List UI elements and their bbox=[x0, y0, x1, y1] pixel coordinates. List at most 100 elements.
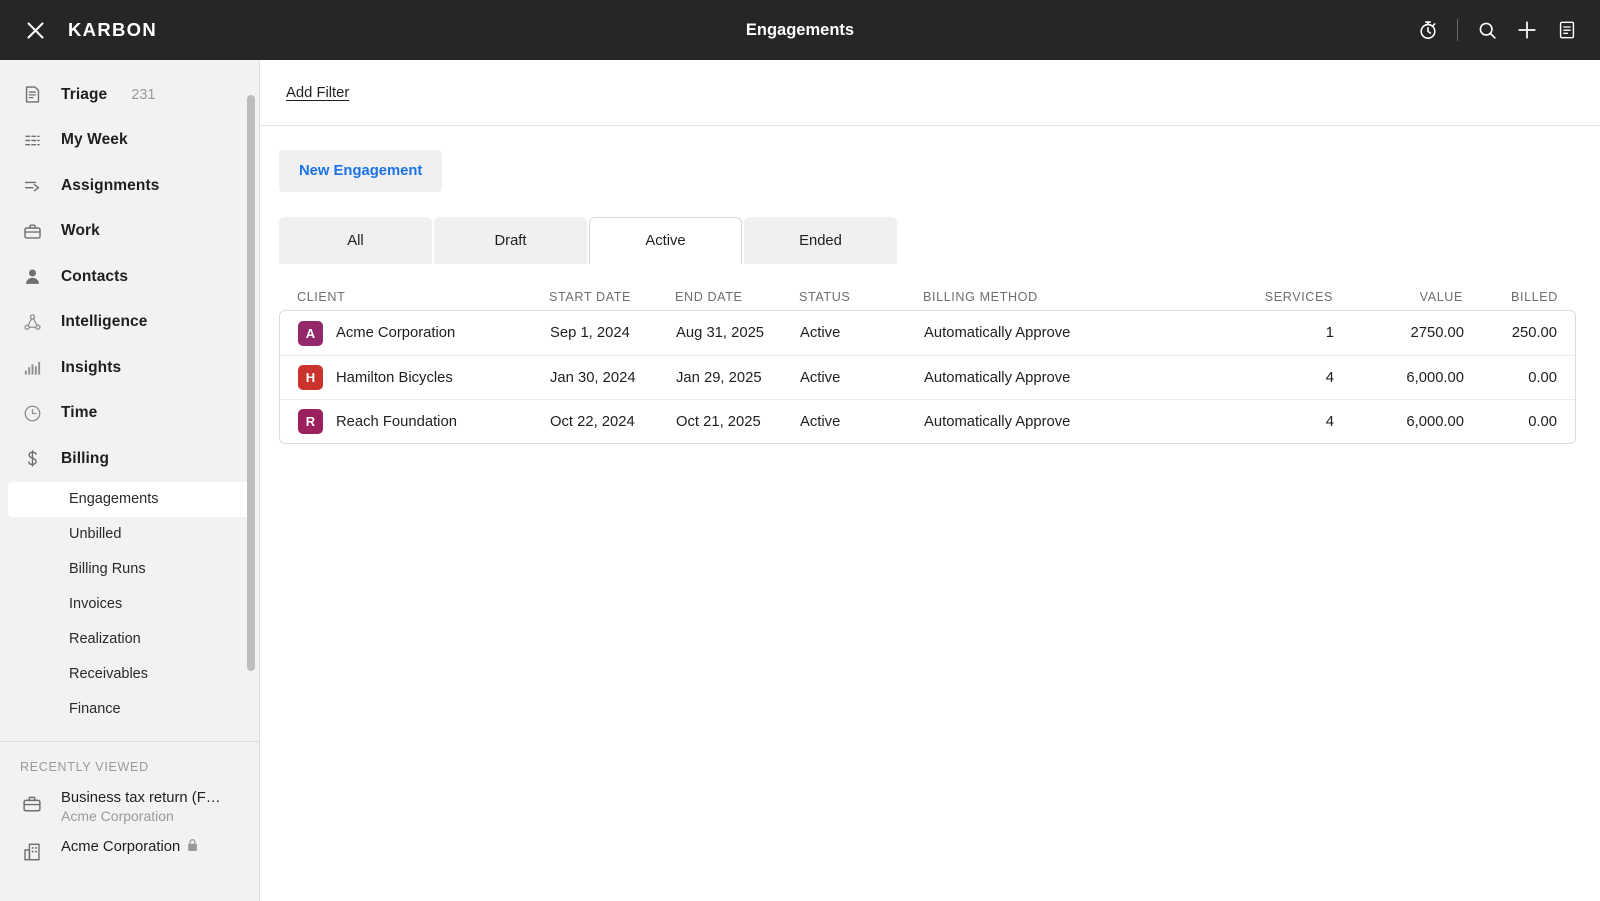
column-header-services[interactable]: SERVICES bbox=[1213, 290, 1333, 304]
column-header-value[interactable]: VALUE bbox=[1333, 290, 1463, 304]
sidebar-item-time[interactable]: Time bbox=[0, 391, 259, 437]
recent-item-title: Business tax return (F… bbox=[61, 790, 221, 806]
cell-client: A Acme Corporation bbox=[298, 321, 550, 346]
cell-client: H Hamilton Bicycles bbox=[298, 365, 550, 390]
time-icon bbox=[20, 401, 44, 425]
search-icon[interactable] bbox=[1474, 17, 1500, 43]
tab-active[interactable]: Active bbox=[589, 217, 742, 264]
column-header-start-date[interactable]: START DATE bbox=[549, 290, 675, 304]
client-name: Acme Corporation bbox=[336, 325, 455, 341]
sidebar-item-unbilled[interactable]: Unbilled bbox=[8, 517, 251, 552]
tab-ended[interactable]: Ended bbox=[744, 217, 897, 264]
sidebar-item-work[interactable]: Work bbox=[0, 209, 259, 255]
intelligence-icon bbox=[20, 310, 44, 334]
filter-bar: Add Filter bbox=[260, 60, 1600, 126]
sidebar-item-assignments[interactable]: Assignments bbox=[0, 163, 259, 209]
recent-item-title-wrap: Acme Corporation bbox=[61, 838, 199, 856]
sidebar-subitem-label: Billing Runs bbox=[69, 561, 146, 577]
sidebar-subitem-label: Engagements bbox=[69, 491, 158, 507]
cell-billed: 0.00 bbox=[1464, 370, 1557, 386]
avatar: H bbox=[298, 365, 323, 390]
sidebar-item-triage[interactable]: Triage 231 bbox=[0, 72, 259, 118]
my-week-icon bbox=[20, 128, 44, 152]
sidebar-item-contacts[interactable]: Contacts bbox=[0, 254, 259, 300]
lock-icon bbox=[186, 838, 199, 856]
notes-icon[interactable] bbox=[1554, 17, 1580, 43]
column-header-billing-method[interactable]: BILLING METHOD bbox=[923, 290, 1213, 304]
client-name: Reach Foundation bbox=[336, 414, 457, 430]
sidebar-scrollbar[interactable] bbox=[247, 95, 255, 671]
plus-icon[interactable] bbox=[1514, 17, 1540, 43]
sidebar-item-billing-runs[interactable]: Billing Runs bbox=[8, 552, 251, 587]
cell-start-date: Sep 1, 2024 bbox=[550, 325, 676, 341]
assignments-icon bbox=[20, 174, 44, 198]
sidebar-item-receivables[interactable]: Receivables bbox=[8, 657, 251, 692]
brand-logo[interactable]: KARBON bbox=[68, 19, 157, 41]
cell-end-date: Aug 31, 2025 bbox=[676, 325, 800, 341]
page-title: Engagements bbox=[0, 0, 1600, 60]
tab-label: Active bbox=[645, 233, 685, 249]
work-icon bbox=[20, 792, 44, 816]
cell-start-date: Jan 30, 2024 bbox=[550, 370, 676, 386]
sidebar-item-label: Contacts bbox=[61, 268, 128, 286]
sidebar-item-my-week[interactable]: My Week bbox=[0, 118, 259, 164]
cell-start-date: Oct 22, 2024 bbox=[550, 414, 676, 430]
insights-icon bbox=[20, 356, 44, 380]
sidebar-subitem-label: Finance bbox=[69, 701, 121, 717]
sidebar-item-intelligence[interactable]: Intelligence bbox=[0, 300, 259, 346]
contacts-icon bbox=[20, 265, 44, 289]
sidebar-item-engagements[interactable]: Engagements bbox=[8, 482, 251, 517]
client-name: Hamilton Bicycles bbox=[336, 370, 453, 386]
sidebar: Triage 231 My Week bbox=[0, 60, 260, 901]
toolbar-divider bbox=[1457, 19, 1458, 41]
column-header-billed[interactable]: BILLED bbox=[1463, 290, 1558, 304]
top-bar: KARBON Engagements bbox=[0, 0, 1600, 60]
sidebar-item-finance[interactable]: Finance bbox=[8, 692, 251, 727]
company-icon bbox=[20, 840, 44, 864]
table-row[interactable]: R Reach Foundation Oct 22, 2024 Oct 21, … bbox=[280, 399, 1575, 443]
recent-item-title: Acme Corporation bbox=[61, 839, 180, 855]
engagement-tabs: All Draft Active Ended bbox=[279, 217, 1576, 264]
sidebar-item-label: My Week bbox=[61, 131, 128, 149]
billing-icon bbox=[20, 447, 44, 471]
cell-value: 6,000.00 bbox=[1334, 414, 1464, 430]
tab-draft[interactable]: Draft bbox=[434, 217, 587, 264]
sidebar-item-insights[interactable]: Insights bbox=[0, 345, 259, 391]
close-icon[interactable] bbox=[18, 13, 52, 47]
table-row[interactable]: H Hamilton Bicycles Jan 30, 2024 Jan 29,… bbox=[280, 355, 1575, 399]
cell-client: R Reach Foundation bbox=[298, 409, 550, 434]
sidebar-item-label: Work bbox=[61, 222, 100, 240]
sidebar-item-label: Billing bbox=[61, 450, 109, 468]
sidebar-item-billing[interactable]: Billing bbox=[0, 436, 259, 482]
avatar: R bbox=[298, 409, 323, 434]
sidebar-item-realization[interactable]: Realization bbox=[8, 622, 251, 657]
cell-billed: 0.00 bbox=[1464, 414, 1557, 430]
table-body: A Acme Corporation Sep 1, 2024 Aug 31, 2… bbox=[279, 310, 1576, 444]
table-row[interactable]: A Acme Corporation Sep 1, 2024 Aug 31, 2… bbox=[280, 311, 1575, 355]
sidebar-item-label: Assignments bbox=[61, 177, 159, 195]
main-content: Add Filter New Engagement All Draft Acti… bbox=[260, 60, 1600, 901]
column-header-end-date[interactable]: END DATE bbox=[675, 290, 799, 304]
recent-item-subtitle: Acme Corporation bbox=[61, 808, 221, 824]
new-engagement-button[interactable]: New Engagement bbox=[279, 150, 442, 192]
work-icon bbox=[20, 219, 44, 243]
cell-status: Active bbox=[800, 325, 924, 341]
cell-end-date: Oct 21, 2025 bbox=[676, 414, 800, 430]
timer-icon[interactable] bbox=[1415, 17, 1441, 43]
recent-item-acme-corporation[interactable]: Acme Corporation bbox=[0, 831, 259, 871]
sidebar-item-invoices[interactable]: Invoices bbox=[8, 587, 251, 622]
column-header-client[interactable]: CLIENT bbox=[297, 290, 549, 304]
cell-services: 4 bbox=[1214, 414, 1334, 430]
recently-viewed-title: RECENTLY VIEWED bbox=[0, 760, 259, 774]
top-bar-left: KARBON bbox=[0, 13, 157, 47]
cell-billed: 250.00 bbox=[1464, 325, 1557, 341]
add-filter-link[interactable]: Add Filter bbox=[286, 85, 349, 101]
column-header-status[interactable]: STATUS bbox=[799, 290, 923, 304]
sidebar-subitem-label: Unbilled bbox=[69, 526, 121, 542]
sidebar-item-count: 231 bbox=[131, 87, 155, 103]
cell-services: 1 bbox=[1214, 325, 1334, 341]
recent-item-business-tax-return[interactable]: Business tax return (F… Acme Corporation bbox=[0, 783, 259, 831]
engagements-table: CLIENT START DATE END DATE STATUS BILLIN… bbox=[279, 284, 1576, 444]
sidebar-subitem-label: Receivables bbox=[69, 666, 148, 682]
tab-all[interactable]: All bbox=[279, 217, 432, 264]
